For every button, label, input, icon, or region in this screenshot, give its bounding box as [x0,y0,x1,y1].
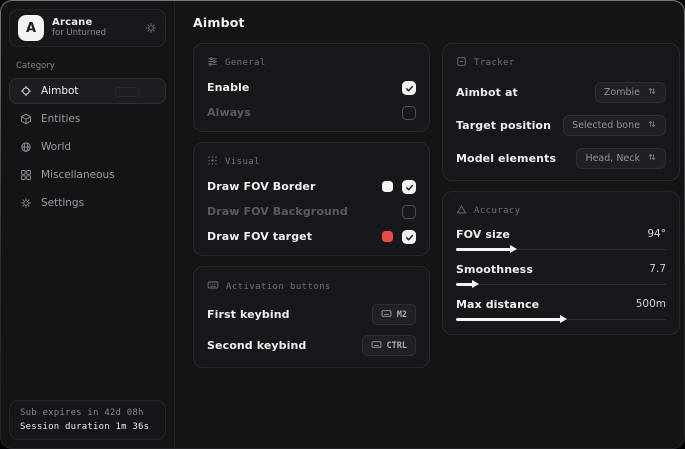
dots-grid-icon [207,155,218,169]
setting-label: Aimbot at [456,86,518,99]
setting-label: Always [207,106,251,119]
smoothness-slider[interactable] [456,280,666,288]
target-position-dropdown[interactable]: Selected bone [563,115,666,136]
setting-label: Draw FOV target [207,230,312,243]
general-card: General Enable Always [193,43,430,132]
accuracy-card: Accuracy FOV size 94° [442,191,680,335]
dropdown-value: Head, Neck [585,153,640,164]
tracker-card: Tracker Aimbot at Zombie [442,43,680,181]
sidebar-item-entities[interactable]: Entities [9,106,166,132]
sidebar-item-settings[interactable]: Settings [9,190,166,216]
cube-icon [20,113,32,125]
sidebar: A Arcane for Unturned Category [1,1,175,448]
fov-border-color-swatch[interactable] [382,181,393,192]
sliders-icon [207,56,218,70]
second-keybind-button[interactable]: CTRL [362,335,416,356]
fov-size-value: 94° [647,228,666,240]
first-keybind-button[interactable]: M2 [372,304,416,325]
setting-label: Enable [207,81,249,94]
setting-label: Draw FOV Background [207,205,348,218]
brand-card: A Arcane for Unturned [9,9,166,47]
keybind-value: CTRL [387,341,407,351]
sidebar-item-label: Settings [41,197,84,209]
keyboard-icon [207,279,219,294]
setting-label: Model elements [456,152,556,165]
active-item-ghost-badge [115,87,139,97]
box-minus-icon [456,56,467,70]
sidebar-item-aimbot[interactable]: Aimbot [9,78,166,104]
max-distance-slider[interactable] [456,315,666,323]
gear-icon [20,197,32,209]
up-down-arrows-icon [647,152,657,165]
card-title: Tracker [474,58,515,68]
sidebar-item-label: Miscellaneous [41,169,115,181]
max-distance-value: 500m [636,298,666,310]
setting-label: Max distance [456,298,539,311]
sidebar-item-miscellaneous[interactable]: Miscellaneous [9,162,166,188]
grid-icon [20,169,32,181]
model-elements-dropdown[interactable]: Head, Neck [576,148,666,169]
smoothness-value: 7.7 [649,263,666,275]
crosshair-icon [20,85,32,97]
sidebar-item-label: World [41,141,71,153]
session-duration-text: Session duration 1m 36s [20,422,155,432]
fov-size-slider[interactable] [456,245,666,253]
setting-label: Draw FOV Border [207,180,316,193]
keybind-value: M2 [397,310,407,320]
check-icon [405,227,414,246]
dropdown-value: Selected bone [572,120,640,131]
visual-card: Visual Draw FOV Border [193,142,430,256]
sidebar-item-world[interactable]: World [9,134,166,160]
up-down-arrows-icon [647,86,657,99]
brand-logo: A [18,15,44,41]
up-down-arrows-icon [647,119,657,132]
setting-label: Smoothness [456,263,533,276]
setting-label: Second keybind [207,339,306,352]
subscription-status-card: Sub expires in 42d 08h Session duration … [9,400,166,440]
card-title: Accuracy [474,206,521,216]
check-icon [405,78,414,97]
sub-expiry-text: Sub expires in 42d 08h [20,408,155,418]
globe-icon [20,141,32,153]
slider-fill [456,318,561,321]
slider-fill [456,283,473,286]
keyboard-icon [381,308,392,322]
main-panel: Aimbot General Enable [175,1,685,448]
page-title: Aimbot [193,15,680,30]
category-label: Category [16,61,160,71]
check-icon [405,177,414,196]
triangle-icon [456,204,467,218]
dropdown-value: Zombie [604,87,640,98]
fov-target-color-swatch[interactable] [382,231,393,242]
brand-subtitle: for Unturned [52,29,106,39]
fov-target-checkbox[interactable] [402,230,416,244]
card-title: Activation buttons [226,282,331,292]
card-title: General [225,58,266,68]
fov-background-checkbox[interactable] [402,205,416,219]
brand-gear-icon[interactable] [145,22,157,34]
sidebar-nav: Aimbot Entities World [9,78,166,218]
always-checkbox[interactable] [402,106,416,120]
keyboard-icon [371,339,382,353]
card-title: Visual [225,157,260,167]
setting-label: First keybind [207,308,290,321]
sidebar-item-label: Entities [41,113,80,125]
app-window: A Arcane for Unturned Category [0,0,685,449]
activation-card: Activation buttons First keybind M2 [193,266,430,368]
setting-label: Target position [456,119,551,132]
fov-border-checkbox[interactable] [402,180,416,194]
aimbot-at-dropdown[interactable]: Zombie [595,82,666,103]
sidebar-item-label: Aimbot [41,85,79,97]
setting-label: FOV size [456,228,510,241]
slider-fill [456,248,511,251]
enable-checkbox[interactable] [402,81,416,95]
